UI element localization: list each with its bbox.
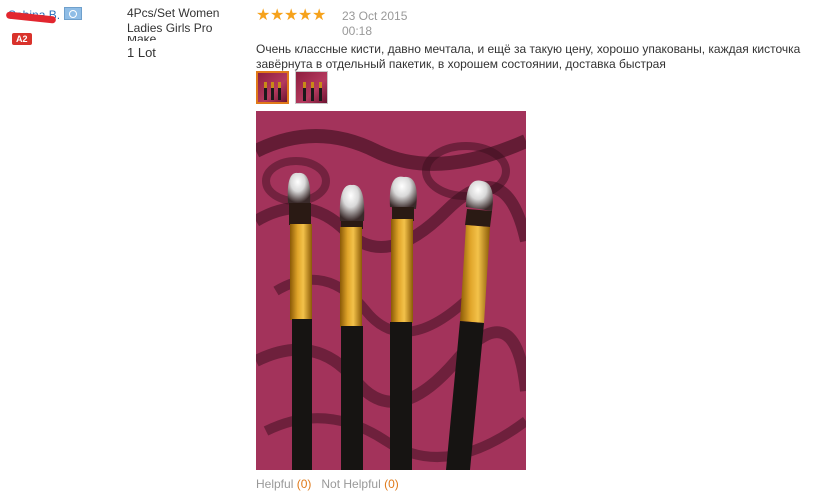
country-flag-icon (64, 7, 83, 20)
brush-set-photo (256, 111, 526, 470)
star-rating: ★ ★ ★ ★ ★ (256, 8, 326, 24)
product-info: 4Pcs/Set Women Ladies Girls Pro Make 1 L… (127, 6, 247, 60)
star-icon: ★ (312, 7, 327, 24)
star-icon: ★ (256, 7, 271, 24)
photo-thumbnail-2[interactable] (295, 71, 328, 104)
star-icon: ★ (270, 7, 285, 24)
reviewer-name-link[interactable]: Sabina B. (5, 8, 60, 24)
helpful-count: (0) (296, 477, 312, 491)
not-helpful-label[interactable]: Not Helpful (321, 477, 380, 491)
helpful-button[interactable]: Helpful (0) (256, 477, 311, 491)
review-time: 00:18 (342, 24, 373, 38)
order-quantity: 1 Lot (127, 45, 156, 60)
not-helpful-button[interactable]: Not Helpful (0) (321, 477, 398, 491)
review-photo[interactable] (256, 111, 526, 470)
star-icon: ★ (284, 7, 299, 24)
buyer-level-badge: A2 (12, 33, 32, 45)
reviewer-info: Sabina B. A2 (5, 6, 118, 45)
review-date: 23 Oct 2015 (342, 9, 408, 23)
photo-thumbnails (256, 71, 328, 104)
review-datetime: 23 Oct 2015 00:18 (342, 9, 407, 39)
review-text: Очень классные кисти, давно мечтала, и е… (256, 42, 801, 71)
product-title-overflow: Make (127, 36, 247, 41)
helpful-label[interactable]: Helpful (256, 477, 293, 491)
helpfulness-votes: Helpful (0) Not Helpful (0) (256, 477, 399, 491)
not-helpful-count: (0) (384, 477, 399, 491)
brush-2 (339, 184, 365, 470)
star-icon: ★ (298, 7, 313, 24)
photo-thumbnail-1[interactable] (256, 71, 289, 104)
product-title[interactable]: 4Pcs/Set Women Ladies Girls Pro (127, 6, 247, 36)
